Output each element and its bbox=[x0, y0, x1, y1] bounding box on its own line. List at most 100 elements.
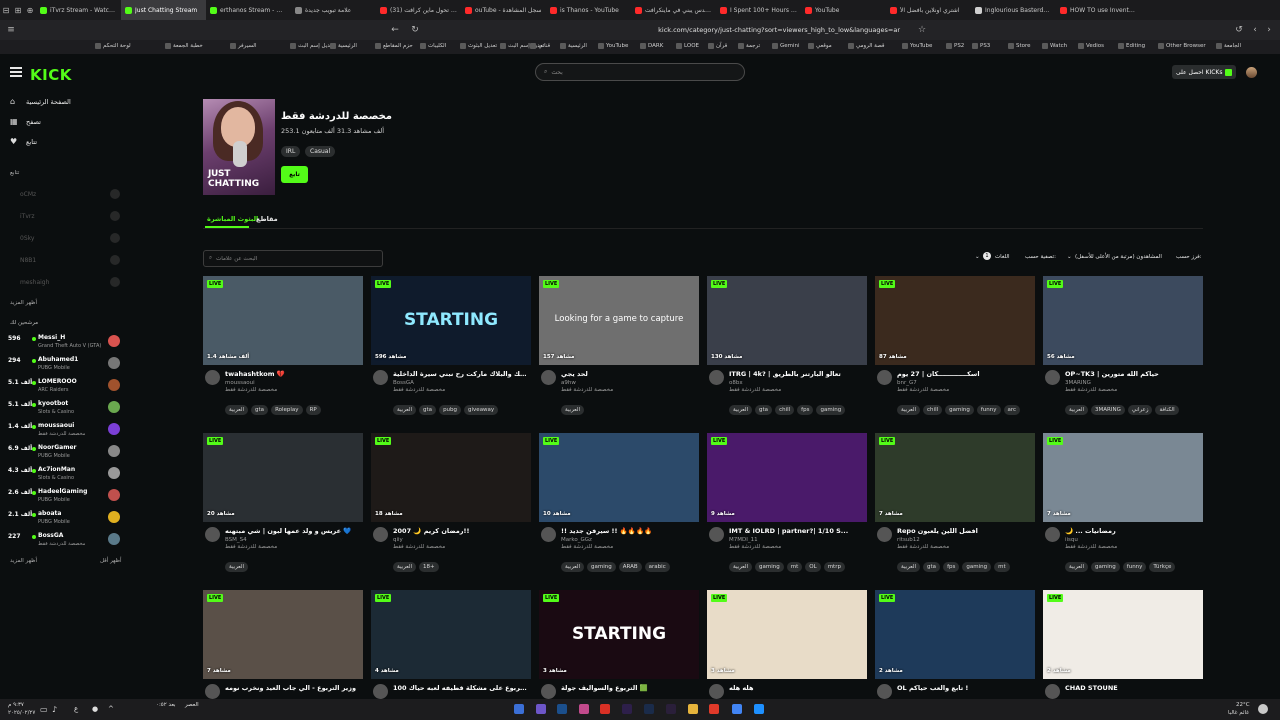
stream-card[interactable]: STARTING LIVE 3 مشاهد التربوع والسواليف جول… bbox=[539, 590, 699, 699]
browser-tab[interactable]: HOW TO use Inventory bbox=[1056, 0, 1141, 20]
tag-pill[interactable]: العربية bbox=[561, 562, 585, 572]
channel-name[interactable]: M7MDI_11 bbox=[729, 537, 758, 543]
tag-pill[interactable]: funny bbox=[1122, 562, 1147, 572]
avatar[interactable] bbox=[373, 527, 388, 542]
following-item[interactable]: 0Sky bbox=[20, 232, 120, 246]
copilot-icon[interactable] bbox=[536, 704, 546, 714]
user-avatar[interactable] bbox=[1246, 67, 1257, 78]
following-item[interactable]: oCMz bbox=[20, 188, 120, 202]
channel-name[interactable]: bnr_G7 bbox=[897, 380, 917, 386]
tag-pill[interactable]: العربية bbox=[897, 562, 921, 572]
stream-category[interactable]: مخصصة للدردشة فقط bbox=[1065, 387, 1117, 393]
stream-thumbnail[interactable]: LIVE 56 مشاهد bbox=[1043, 276, 1203, 365]
avatar[interactable] bbox=[541, 370, 556, 385]
avatar[interactable] bbox=[205, 527, 220, 542]
tag-pill[interactable]: العربية bbox=[897, 405, 921, 415]
sidebar-nav-2[interactable]: ♥ تتابع bbox=[10, 138, 37, 147]
stream-thumbnail[interactable]: LIVE 7 مشاهد bbox=[203, 590, 363, 679]
stream-card[interactable]: LIVE 7 مشاهد Repo افضل اللين يلعبون ritsub1… bbox=[875, 433, 1035, 583]
brave-icon[interactable] bbox=[709, 704, 719, 714]
bookmark-item[interactable]: YouTube bbox=[598, 43, 628, 49]
stream-title[interactable]: التربوع والسواليف جولة 🟩 bbox=[561, 684, 697, 692]
stream-title[interactable]: twahashtkom 💔 bbox=[225, 370, 361, 378]
mic-icon[interactable]: ● bbox=[92, 705, 98, 713]
stream-category[interactable]: مخصصة للدردشة فقط bbox=[729, 544, 781, 550]
stream-thumbnail[interactable]: LIVE 7 مشاهد bbox=[875, 433, 1035, 522]
tag-pill[interactable]: العربية bbox=[561, 405, 585, 415]
stream-title[interactable]: اسكـــــــــــــكان | 27 يوم bbox=[897, 370, 1033, 378]
tag-pill[interactable]: gaming bbox=[587, 562, 616, 572]
sidebar-nav-0[interactable]: ⌂ الصفحة الرئيسية bbox=[10, 98, 71, 107]
close-window-icon[interactable]: ⊟ bbox=[0, 0, 12, 20]
tag-pill[interactable]: Roleplay bbox=[271, 405, 303, 415]
tag-pill[interactable]: mt bbox=[994, 562, 1010, 572]
stream-title[interactable]: التربوع على مشكلة قطيفه لعبه حياك 100?! bbox=[393, 684, 529, 692]
stream-card[interactable]: LIVE 130 مشاهد ITRG | 4k? | تعالو البارتنر… bbox=[707, 276, 867, 426]
stream-thumbnail[interactable]: LIVE 18 مشاهد bbox=[371, 433, 531, 522]
tag-pill[interactable]: 18+ bbox=[419, 562, 439, 572]
tag-pill[interactable]: 3MARING bbox=[1091, 405, 1125, 415]
avatar[interactable] bbox=[541, 684, 556, 699]
stream-thumbnail[interactable]: LIVE 10 مشاهد bbox=[539, 433, 699, 522]
stream-thumbnail[interactable]: LIVE 3 مشاهد bbox=[707, 590, 867, 679]
browser-tab[interactable]: is Thanos - YouTube bbox=[546, 0, 631, 20]
stream-title[interactable]: وزير التربوع - الي جاب العيد ونخرب نومه bbox=[225, 684, 361, 692]
tag-pill[interactable]: chill bbox=[923, 405, 943, 415]
avatar[interactable] bbox=[709, 684, 724, 699]
following-item[interactable]: iTvrz bbox=[20, 210, 120, 224]
stream-thumbnail[interactable]: LIVE 130 مشاهد bbox=[707, 276, 867, 365]
category-tag[interactable]: Casual bbox=[305, 146, 336, 157]
recommended-channel[interactable]: 227 BossGA مخصصة للدردشة فقط bbox=[8, 531, 120, 553]
tag-pill[interactable]: gta bbox=[755, 405, 773, 415]
nav-back-icon[interactable]: ‹ bbox=[1248, 25, 1262, 35]
sort-value[interactable]: المشاهدون (مرتبة من الأعلى للأسفل) bbox=[1075, 254, 1162, 260]
stream-card[interactable]: LIVE 18 مشاهد رمضان كريم 🌙 2007!! qiiy مخصصة… bbox=[371, 433, 531, 583]
tag-pill[interactable]: gaming bbox=[962, 562, 992, 572]
tag-pill[interactable]: العربية bbox=[393, 405, 417, 415]
tag-pill[interactable]: gaming bbox=[816, 405, 846, 415]
stream-card[interactable]: STARTING LIVE 596 مشاهد البنك والبلاك ماركت… bbox=[371, 276, 531, 426]
stream-title[interactable]: هله هله bbox=[729, 684, 865, 692]
avatar[interactable] bbox=[709, 370, 724, 385]
bookmark-item[interactable]: حزم المقاطع bbox=[375, 43, 413, 49]
tag-pill[interactable]: gaming bbox=[945, 405, 974, 415]
browser-tab[interactable]: مهندس يبني في ماينكرافت bbox=[631, 0, 716, 20]
menu-icon[interactable]: ≡ bbox=[4, 25, 18, 35]
stream-card[interactable]: LIVE 56 مشاهد OP~TK3 | حياكم الله متورين 3M… bbox=[1043, 276, 1203, 426]
tag-pill[interactable]: زعراني bbox=[1127, 405, 1153, 415]
channel-name[interactable]: iisqu bbox=[1065, 537, 1078, 543]
stream-category[interactable]: مخصصة للدردشة فقط bbox=[1065, 544, 1117, 550]
app-icon[interactable] bbox=[579, 704, 589, 714]
chrome-icon[interactable] bbox=[600, 704, 610, 714]
stream-card[interactable]: LIVE 2 مشاهد OL تابع والعب حياكم ! bbox=[875, 590, 1035, 699]
bookmark-item[interactable]: الجامعة bbox=[1216, 43, 1241, 49]
stream-title[interactable]: OP~TK3 | حياكم الله متورين bbox=[1065, 370, 1201, 378]
tag-pill[interactable]: ARAB bbox=[618, 562, 642, 572]
stream-card[interactable]: LIVE 1.4 ألف مشاهد twahashtkom 💔 moussaoui م… bbox=[203, 276, 363, 426]
channel-name[interactable]: qiiy bbox=[393, 537, 403, 543]
show-less-link[interactable]: أظهر أقل bbox=[100, 558, 122, 564]
stream-title[interactable]: رمضان كريم 🌙 2007!! bbox=[393, 527, 529, 535]
avatar[interactable] bbox=[877, 527, 892, 542]
stream-category[interactable]: مخصصة للدردشة فقط bbox=[561, 387, 613, 393]
stream-category[interactable]: مخصصة للدردشة فقط bbox=[225, 544, 277, 550]
chat-icon[interactable]: ▭ bbox=[40, 705, 48, 714]
tag-pill[interactable]: العربية bbox=[1065, 405, 1089, 415]
browser-tab[interactable]: (31) كيف تحول ماين كرافت bbox=[376, 0, 461, 20]
stream-title[interactable]: !! سيرفن جديد !! 🔥🔥🔥🔥 bbox=[561, 527, 697, 535]
tag-pill[interactable]: funny bbox=[976, 405, 1001, 415]
bookmark-item[interactable]: تعديل البثوث bbox=[460, 43, 497, 49]
avatar[interactable] bbox=[709, 527, 724, 542]
reload-icon[interactable]: ↻ bbox=[408, 25, 422, 35]
chevron-up-icon[interactable]: ^ bbox=[108, 705, 114, 713]
following-item[interactable]: meshaigh bbox=[20, 276, 120, 290]
avatar[interactable] bbox=[373, 370, 388, 385]
bookmark-item[interactable]: لوحة التحكم bbox=[95, 43, 131, 49]
get-kicks-button[interactable]: احصل على KICKs bbox=[1172, 65, 1237, 79]
channel-name[interactable]: BossGA bbox=[393, 380, 414, 386]
back-icon[interactable]: ← bbox=[388, 25, 402, 35]
widgets-icon[interactable] bbox=[514, 704, 524, 714]
bookmark-item[interactable]: قصة الرومي bbox=[848, 43, 885, 49]
bookmark-item[interactable]: تعديل إسم البث bbox=[290, 43, 334, 49]
recommended-channel[interactable]: 4.3 ألف Ac7ionMan Slots & Casino bbox=[8, 465, 120, 487]
